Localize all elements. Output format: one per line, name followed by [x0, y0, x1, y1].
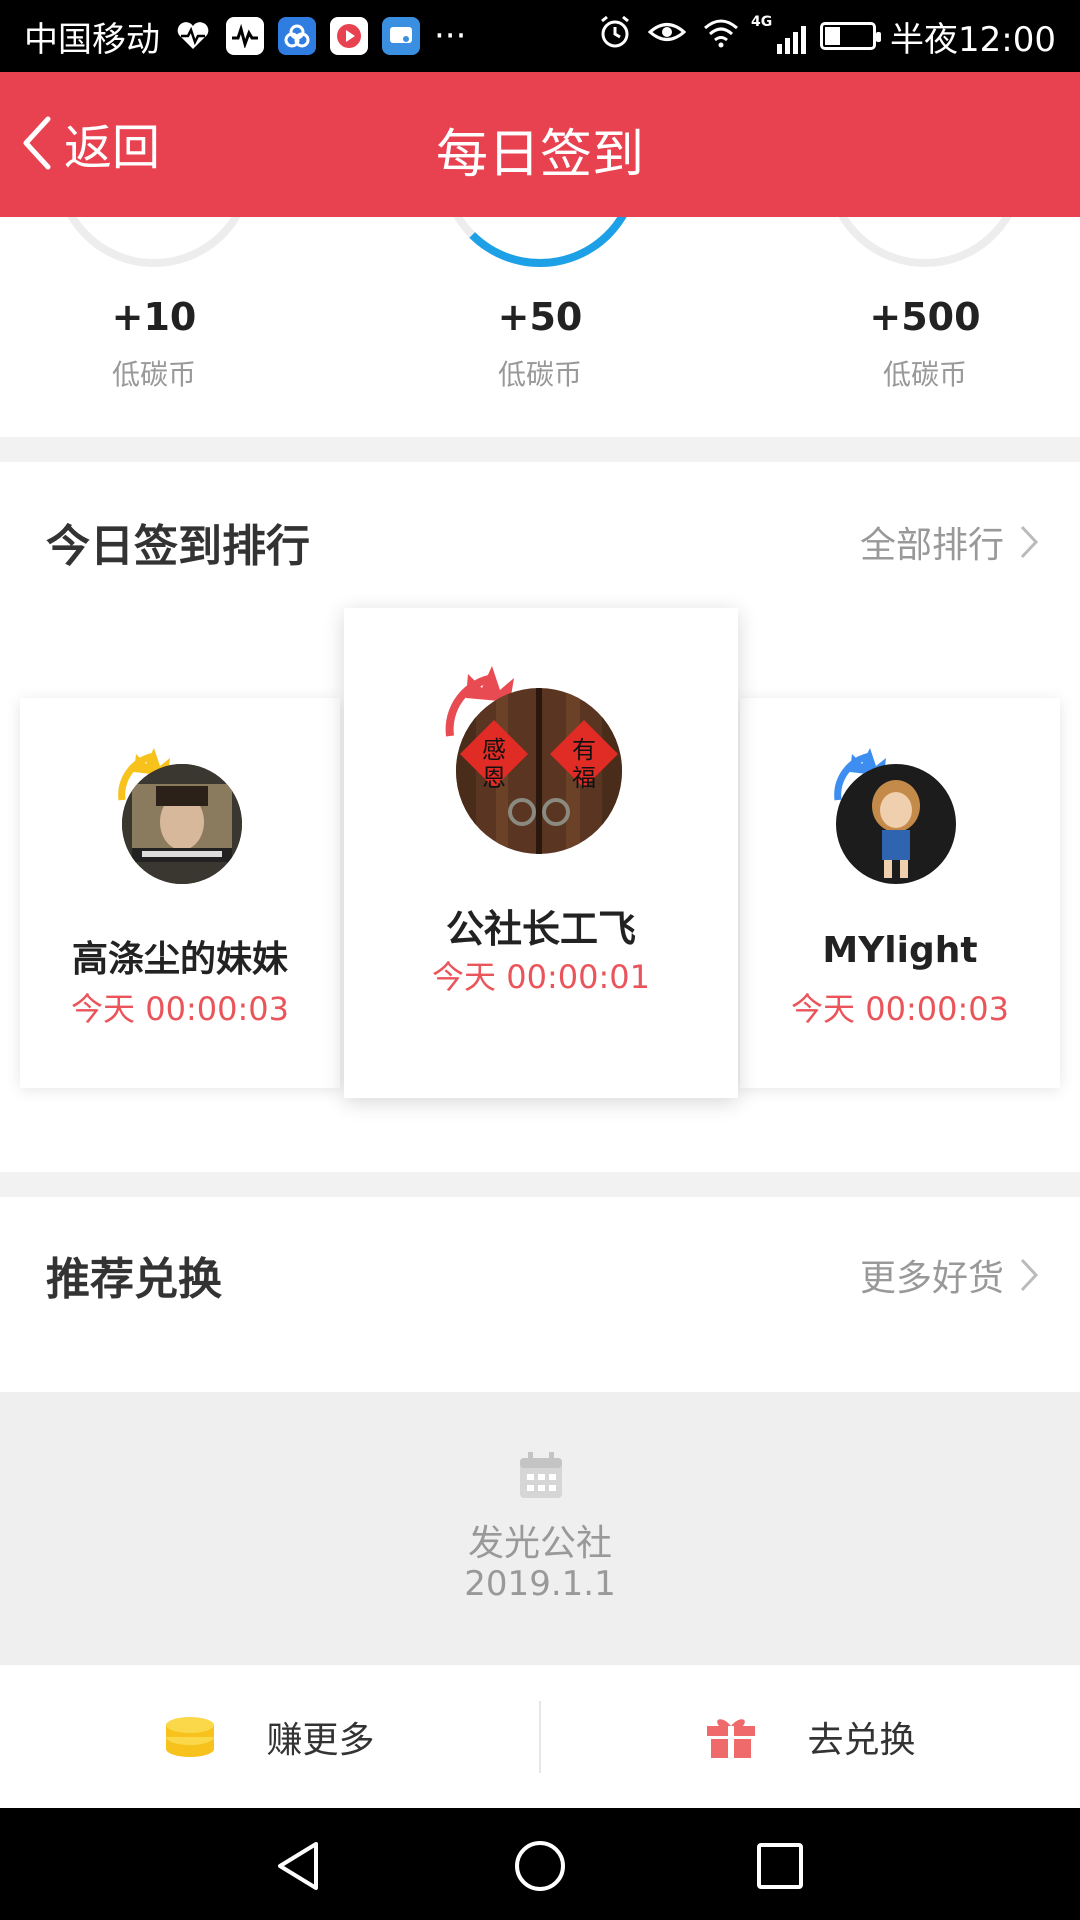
reward-unit: 低碳币 [497, 358, 582, 391]
eye-comfort-icon [647, 16, 687, 56]
all-ranking-label: 全部排行 [859, 525, 1004, 566]
nav-recent-apps-icon[interactable] [752, 1838, 808, 1894]
earn-more-button[interactable]: 赚更多 [0, 1665, 539, 1809]
placeholder-name: 发光公社 [467, 1523, 612, 1564]
reward-points: +10 [111, 295, 197, 339]
section-title: 推荐兑换 [46, 1254, 222, 1305]
user-avatar [836, 764, 956, 884]
app-icon [278, 17, 316, 55]
avatar-caption-right: 有福 [572, 736, 596, 792]
progress-ring-1 [54, 217, 254, 267]
health-icon [174, 17, 212, 55]
calendar-icon [520, 1452, 562, 1498]
video-app-icon [330, 17, 368, 55]
reward-points: +500 [869, 295, 981, 339]
battery-icon [820, 22, 882, 50]
gift-icon [707, 1719, 756, 1758]
more-goods-link[interactable]: 更多好货 [860, 1249, 1040, 1301]
avatar-caption-left: 感恩 [482, 736, 506, 792]
checkin-ranking-section: 今日签到排行 全部排行 高涤尘的妹妹 今天 00:00:03 MYlight 今… [0, 462, 1080, 1172]
recommend-exchange-section: 推荐兑换 更多好货 [0, 1197, 1080, 1392]
user-avatar [122, 764, 242, 884]
reward-tier-1: +10 低碳币 [34, 295, 274, 393]
status-bar: 中国移动 ··· 4G 半夜12:00 [0, 0, 1080, 72]
checkin-time: 今天 00:00:03 [791, 990, 1009, 1028]
alarm-icon [597, 14, 633, 59]
go-exchange-label: 去兑换 [807, 1720, 916, 1761]
chevron-right-icon [1020, 525, 1039, 559]
chevron-right-icon [1020, 1258, 1039, 1292]
checkin-time: 今天 00:00:03 [71, 990, 289, 1028]
earn-more-label: 赚更多 [266, 1720, 375, 1761]
progress-ring-2 [440, 217, 640, 267]
rank-card-first[interactable]: 感恩 有福 公社长工飞 今天 00:00:01 [344, 608, 738, 1098]
activity-icon [226, 17, 264, 55]
go-exchange-button[interactable]: 去兑换 [541, 1665, 1080, 1809]
system-nav-bar [0, 1808, 1080, 1920]
user-avatar: 感恩 有福 [456, 688, 622, 854]
rank-card-third[interactable]: MYlight 今天 00:00:03 [740, 698, 1060, 1088]
placeholder-date: 2019.1.1 [464, 1564, 616, 1604]
carrier-name: 中国移动 [24, 19, 160, 60]
more-goods-label: 更多好货 [859, 1258, 1004, 1299]
rank-card-second[interactable]: 高涤尘的妹妹 今天 00:00:03 [20, 698, 340, 1088]
network-type-label: 4G [751, 14, 773, 30]
nav-back-icon[interactable] [270, 1838, 326, 1894]
all-ranking-link[interactable]: 全部排行 [860, 516, 1040, 568]
message-app-icon [382, 17, 420, 55]
reward-unit: 低碳币 [882, 358, 967, 391]
reward-tier-3: +500 低碳币 [805, 295, 1045, 393]
reward-unit: 低碳币 [111, 358, 196, 391]
page-title: 每日签到 [435, 125, 644, 185]
section-title: 今日签到排行 [46, 521, 310, 572]
user-name: 高涤尘的妹妹 [71, 939, 288, 980]
nav-home-icon[interactable] [512, 1838, 568, 1894]
clock-time: 半夜12:00 [890, 19, 1056, 60]
progress-ring-3 [825, 217, 1025, 267]
reward-points: +50 [497, 295, 583, 339]
wifi-icon [701, 16, 741, 57]
reward-progress-card: +10 低碳币 +50 低碳币 +500 低碳币 [0, 217, 1080, 437]
coins-icon [166, 1717, 215, 1757]
checkin-time: 今天 00:00:01 [432, 958, 650, 996]
user-name: MYlight [822, 930, 978, 971]
reward-tier-2: +50 低碳币 [420, 295, 660, 393]
user-name: 公社长工飞 [445, 907, 636, 951]
more-notifications-icon: ··· [434, 16, 467, 56]
signal-icon: 4G [751, 14, 807, 54]
app-header: 返回 每日签到 [0, 72, 1080, 217]
recommend-placeholder: 发光公社 2019.1.1 [0, 1392, 1080, 1664]
bottom-action-bar: 赚更多 去兑换 [0, 1664, 1080, 1808]
